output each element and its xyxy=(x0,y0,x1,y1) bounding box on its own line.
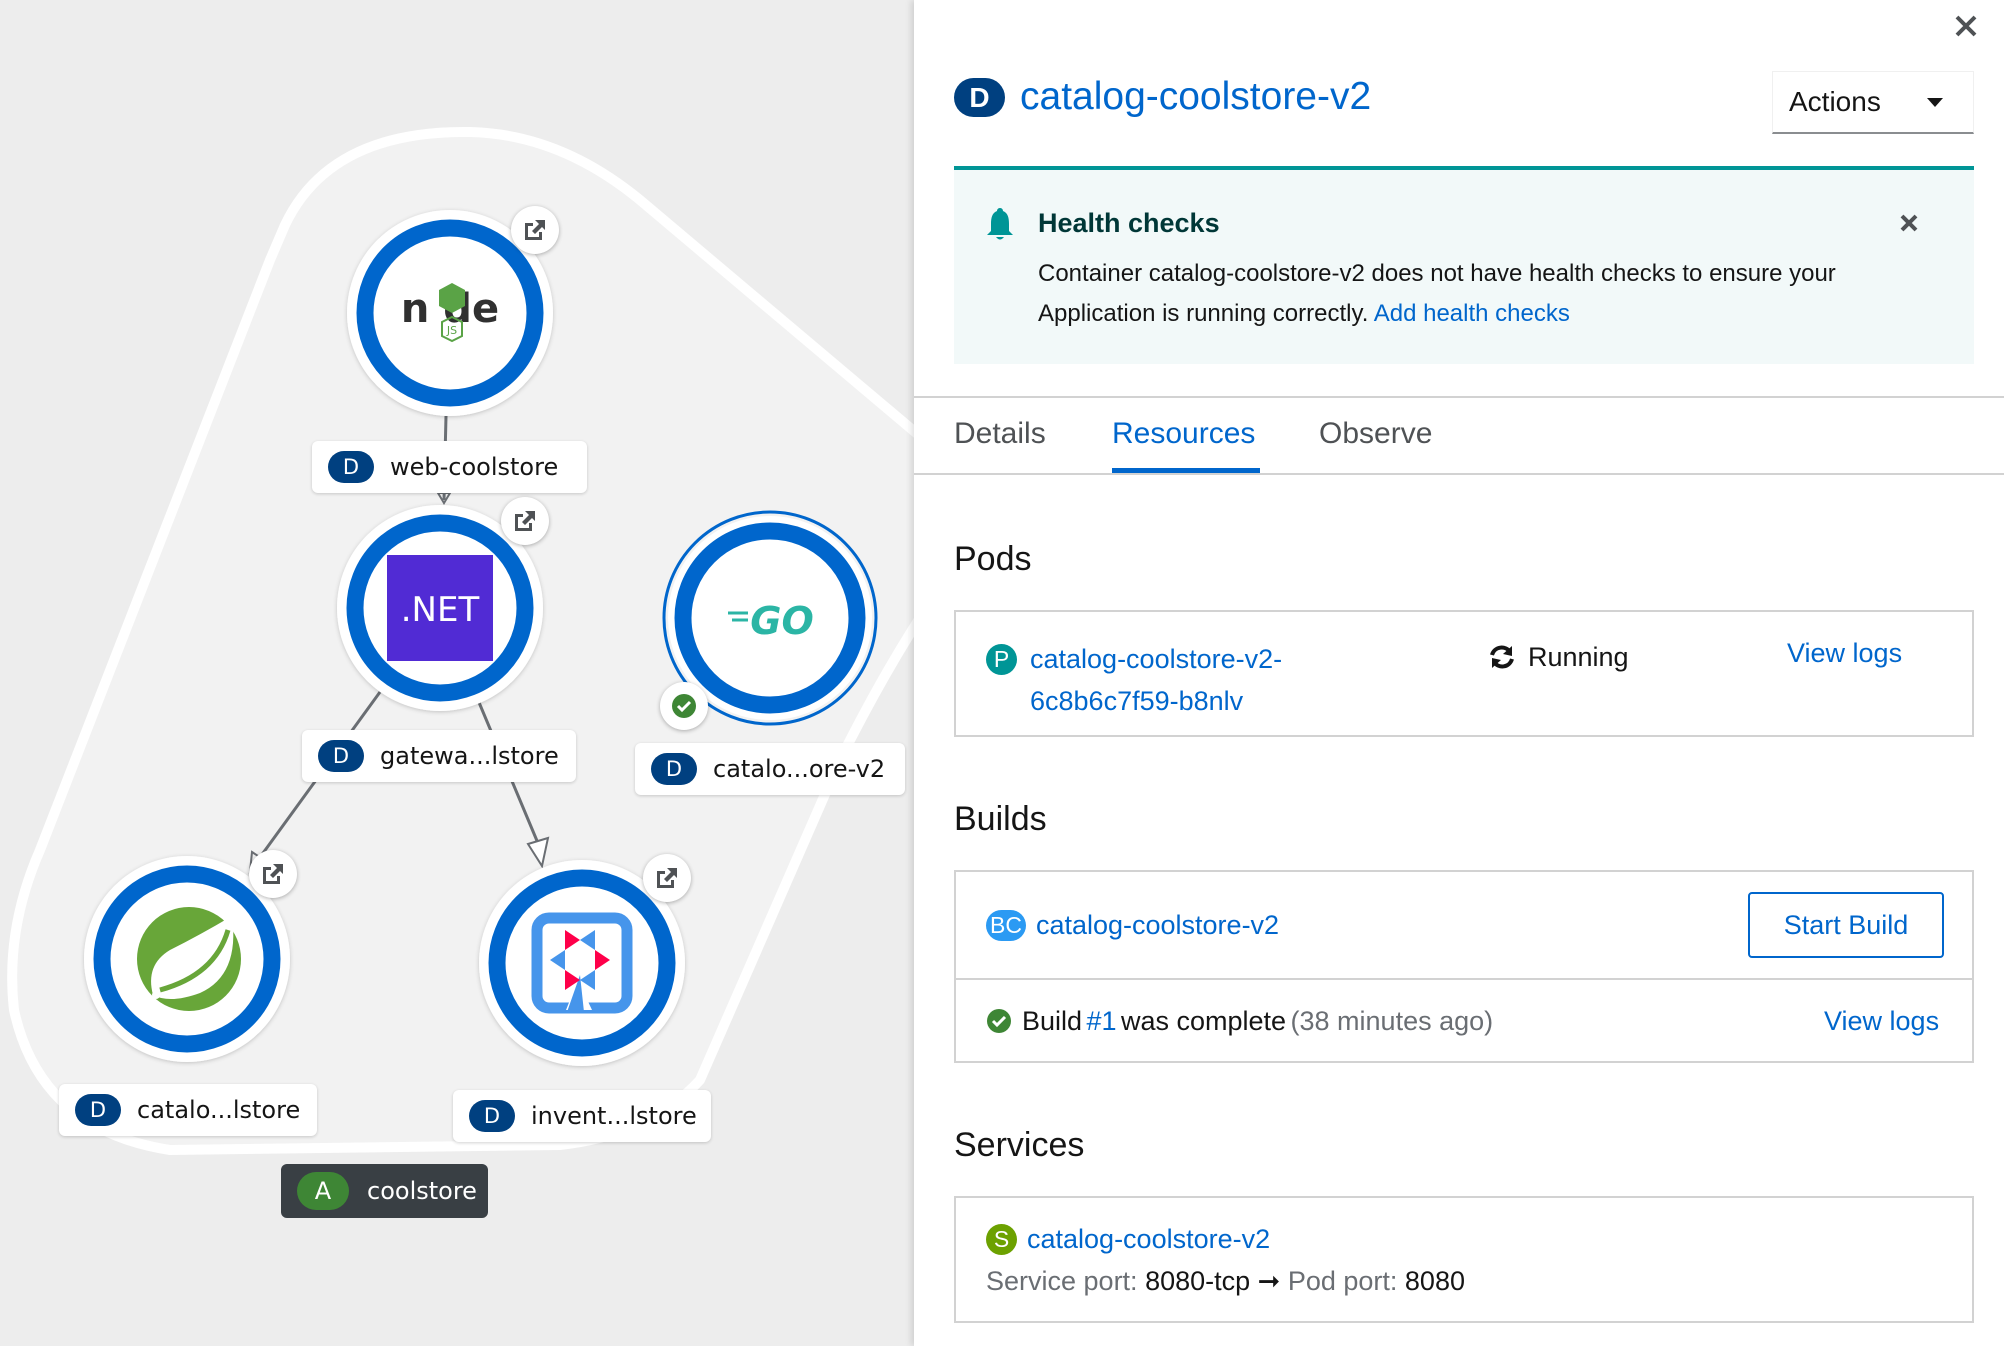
tab-observe[interactable]: Observe xyxy=(1319,412,1432,456)
node-label-inventory-coolstore[interactable]: D invent...lstore xyxy=(453,1090,711,1142)
alert-description: Container catalog-coolstore-v2 does not … xyxy=(1038,254,1948,334)
buildconfig-name-link[interactable]: catalog-coolstore-v2 xyxy=(1036,904,1279,946)
builds-divider xyxy=(956,978,1972,980)
application-label[interactable]: A coolstore xyxy=(281,1164,488,1218)
side-panel: D catalog-coolstore-v2 Actions Health ch… xyxy=(914,0,2004,1346)
service-port-value: 8080-tcp xyxy=(1145,1266,1251,1296)
buildconfig-badge: BC xyxy=(986,909,1026,941)
alert-close-button[interactable] xyxy=(1894,208,1924,238)
service-ports: Service port: 8080-tcp ➞ Pod port: 8080 xyxy=(986,1260,1465,1302)
node-label-web-coolstore[interactable]: D web-coolstore xyxy=(312,441,587,493)
svg-text:GO: GO xyxy=(750,599,814,643)
node-name: gatewa...lstore xyxy=(380,742,559,770)
tabs-divider-bottom xyxy=(914,473,2004,475)
resource-kind-badge: D xyxy=(954,78,1005,117)
bell-icon xyxy=(987,208,1013,240)
pod-status-text: Running xyxy=(1528,642,1629,672)
external-link-icon xyxy=(515,511,535,531)
actions-dropdown[interactable]: Actions xyxy=(1772,71,1974,134)
build-row: Build #1 was complete (38 minutes ago) xyxy=(986,1000,1493,1042)
open-url-decorator-inventory[interactable] xyxy=(643,854,691,902)
buildconfig-row: BC catalog-coolstore-v2 xyxy=(986,904,1279,946)
active-tab-indicator xyxy=(1112,468,1260,473)
spring-logo-icon xyxy=(137,907,241,1011)
node-label-catalog-coolstore[interactable]: D catalo...lstore xyxy=(59,1084,317,1136)
service-port-label: Service port: xyxy=(986,1266,1138,1296)
open-url-decorator-web[interactable] xyxy=(511,206,559,254)
pod-port-value: 8080 xyxy=(1404,1266,1465,1296)
pod-view-logs-link[interactable]: View logs xyxy=(1787,632,1902,674)
node-name: web-coolstore xyxy=(390,453,559,481)
deployment-badge: D xyxy=(318,740,364,772)
close-panel-button[interactable] xyxy=(1946,6,1986,46)
node-label-gateway-coolstore[interactable]: D gatewa...lstore xyxy=(302,730,576,782)
check-circle-icon xyxy=(987,1009,1011,1033)
health-checks-alert: Health checks Container catalog-coolstor… xyxy=(954,166,1974,364)
pod-name-line1: catalog-coolstore-v2- xyxy=(1030,644,1283,674)
tabs-divider-top xyxy=(914,396,2004,398)
build-age: (38 minutes ago) xyxy=(1290,1006,1494,1036)
open-url-decorator-gateway[interactable] xyxy=(501,497,549,545)
builds-card: BC catalog-coolstore-v2 Start Build Buil… xyxy=(954,870,1974,1063)
topology-graph: n de JS .NET GO xyxy=(7,126,914,1155)
services-heading: Services xyxy=(954,1126,1085,1164)
deployment-badge: D xyxy=(328,451,374,483)
open-url-decorator-catalog[interactable] xyxy=(249,850,297,898)
node-name: catalo...lstore xyxy=(137,1096,301,1124)
service-badge: S xyxy=(986,1223,1017,1255)
actions-label: Actions xyxy=(1789,86,1881,117)
node-name: invent...lstore xyxy=(531,1102,697,1130)
external-link-icon xyxy=(657,868,677,888)
tab-details[interactable]: Details xyxy=(954,412,1046,456)
external-link-icon xyxy=(263,864,283,884)
application-badge: A xyxy=(297,1172,349,1210)
dotnet-logo-text: .NET xyxy=(401,590,480,630)
build-status-decorator[interactable] xyxy=(660,682,708,730)
close-icon xyxy=(1900,214,1918,232)
build-prefix: Build xyxy=(1022,1006,1083,1036)
build-view-logs-link[interactable]: View logs xyxy=(1824,1000,1939,1042)
pods-heading: Pods xyxy=(954,540,1032,578)
pods-card: P catalog-coolstore-v2- 6c8b6c7f59-b8nlv… xyxy=(954,610,1974,737)
caret-down-icon xyxy=(1927,98,1943,107)
deployment-badge: D xyxy=(75,1094,121,1126)
check-circle-icon xyxy=(672,694,696,718)
build-status-text: was complete xyxy=(1121,1006,1287,1036)
deployment-badge: D xyxy=(469,1100,515,1132)
builds-heading: Builds xyxy=(954,800,1047,838)
topology-canvas[interactable]: n de JS .NET GO D web-coolstore D gatewa… xyxy=(0,0,914,1346)
pod-name-line2: 6c8b6c7f59-b8nlv xyxy=(1030,686,1244,716)
services-card: S catalog-coolstore-v2 Service port: 808… xyxy=(954,1196,1974,1323)
resource-title-link[interactable]: catalog-coolstore-v2 xyxy=(1020,70,1371,124)
tab-resources[interactable]: Resources xyxy=(1112,412,1255,456)
build-number-link[interactable]: #1 xyxy=(1087,1000,1117,1042)
svg-text:JS: JS xyxy=(446,324,457,337)
pod-status: Running xyxy=(1488,636,1629,678)
sync-icon xyxy=(1490,645,1514,669)
alert-title: Health checks xyxy=(1038,208,1220,238)
pod-port-label: Pod port: xyxy=(1287,1266,1398,1296)
close-icon xyxy=(1955,15,1977,37)
node-name: catalo...ore-v2 xyxy=(713,755,886,783)
service-name-link[interactable]: catalog-coolstore-v2 xyxy=(1027,1218,1270,1260)
node-label-catalog-coolstore-v2[interactable]: D catalo...ore-v2 xyxy=(635,743,905,795)
pod-name-link[interactable]: catalog-coolstore-v2- 6c8b6c7f59-b8nlv xyxy=(1030,638,1282,722)
application-name: coolstore xyxy=(367,1177,477,1205)
service-row: S catalog-coolstore-v2 xyxy=(986,1218,1270,1260)
deployment-badge: D xyxy=(651,753,697,785)
arrow-right-icon: ➞ xyxy=(1257,1266,1281,1296)
add-health-checks-link[interactable]: Add health checks xyxy=(1374,300,1570,327)
external-link-icon xyxy=(525,220,545,240)
start-build-button[interactable]: Start Build xyxy=(1748,892,1944,958)
pod-badge: P xyxy=(986,644,1017,675)
